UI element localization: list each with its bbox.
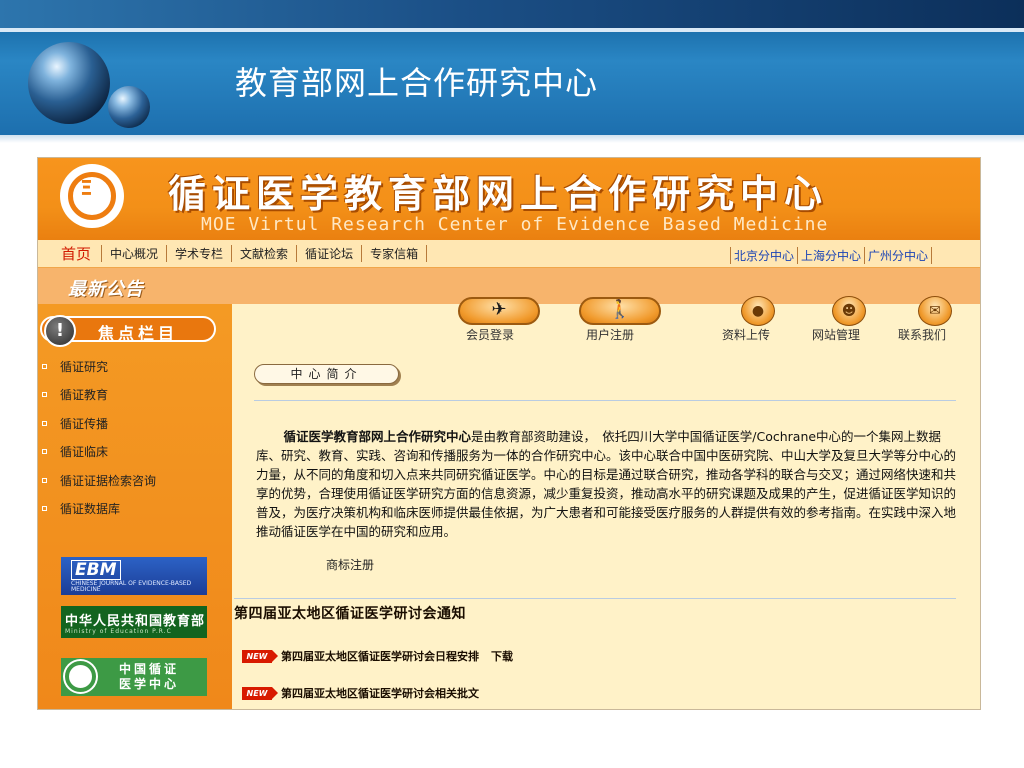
sidebar-item-clinical[interactable]: 循证临床 [42, 442, 108, 460]
ebm-logo-title: EBM [71, 560, 121, 580]
upload-label[interactable]: 资料上传 [722, 326, 770, 343]
new-badge-icon: NEW [242, 649, 278, 663]
intro-bold-name: 循证医学教育部网上合作研究中心 [283, 429, 472, 444]
bullet-icon [42, 391, 47, 397]
branch-guangzhou[interactable]: 广州分中心 [863, 247, 932, 264]
admin-label[interactable]: 网站管理 [812, 326, 860, 343]
news-link[interactable]: 第四届亚太地区循证医学研讨会相关批文 [281, 685, 479, 701]
sidebar-item-label: 循证临床 [60, 444, 109, 459]
divider [234, 598, 956, 599]
globe-large-icon [28, 42, 110, 124]
branch-links: 北京分中心 上海分中心 广州分中心 [729, 247, 932, 264]
bullet-icon [42, 477, 47, 483]
sidebar: ! 焦点栏目 循证研究 循证教育 循证传播 循证临床 循证证据检索咨询 循证数据… [38, 304, 232, 709]
nav-item-mailbox[interactable]: 专家信箱 [361, 245, 428, 262]
ebm-logo-subtitle: CHINESE JOURNAL OF EVIDENCE-BASED MEDICI… [71, 580, 192, 593]
cebm-logo[interactable]: 中国循证医学中心 [61, 658, 207, 696]
slide-header: 教育部网上合作研究中心 [0, 0, 1024, 135]
download-link[interactable]: 下载 [491, 648, 513, 664]
news-item[interactable]: NEW 第四届亚太地区循证医学研讨会日程安排 下载 [242, 648, 513, 664]
upload-icon[interactable]: ● [741, 296, 775, 326]
trademark-link[interactable]: 商标注册 [326, 556, 374, 573]
admin-icon[interactable]: ☻ [832, 296, 866, 326]
focus-column-header: ! 焦点栏目 [40, 315, 216, 347]
news-item[interactable]: NEW 第四届亚太地区循证医学研讨会相关批文 [242, 685, 479, 701]
exclamation-icon: ! [44, 315, 76, 347]
sidebar-item-label: 循证研究 [60, 359, 109, 374]
divider [254, 400, 956, 401]
envelope-icon[interactable]: ✉ [918, 296, 952, 326]
intro-body: 是由教育部资助建设， 依托四川大学中国循证医学/Cochrane中心的一个集网上… [256, 429, 957, 539]
sidebar-item-communication[interactable]: 循证传播 [42, 414, 108, 432]
conference-title: 第四届亚太地区循证医学研讨会通知 [234, 606, 466, 622]
nav-item-overview[interactable]: 中心概况 [101, 245, 166, 262]
new-badge-icon: NEW [242, 686, 278, 700]
nav-item-academic[interactable]: 学术专栏 [166, 245, 231, 262]
nav-home[interactable]: 首页 [61, 243, 91, 264]
website-screenshot: Ξ 循证医学教育部网上合作研究中心 MOE Virtul Research Ce… [37, 157, 981, 710]
focus-column-title: 焦点栏目 [98, 324, 179, 343]
globe-small-icon [108, 86, 150, 128]
nav-bar: 首页 中心概况 学术专栏 文献检索 循证论坛 专家信箱 北京分中心 上海分中心 … [38, 240, 980, 268]
intro-tab[interactable]: 中心简介 [254, 364, 399, 384]
envelope-glyph: ✉ [929, 303, 941, 319]
latest-notice-label[interactable]: 最新公告 [68, 275, 144, 301]
site-title-en: MOE Virtul Research Center of Evidence B… [201, 214, 829, 235]
nav-item-literature[interactable]: 文献检索 [231, 245, 296, 262]
contact-label[interactable]: 联系我们 [898, 326, 946, 343]
site-banner: Ξ 循证医学教育部网上合作研究中心 MOE Virtul Research Ce… [38, 158, 980, 240]
sidebar-item-education[interactable]: 循证教育 [42, 385, 108, 403]
bullet-icon [42, 448, 47, 454]
top-divider [0, 28, 1024, 32]
news-link[interactable]: 第四届亚太地区循证医学研讨会日程安排 [281, 648, 479, 664]
sidebar-item-label: 循证传播 [60, 416, 109, 431]
bullet-icon [42, 505, 47, 511]
moe-logo[interactable]: 中华人民共和国教育部 Ministry of Education P.R.C [61, 606, 207, 638]
sidebar-item-label: 循证教育 [60, 387, 109, 402]
moe-logo-en: Ministry of Education P.R.C [65, 628, 172, 635]
register-label[interactable]: 用户注册 [586, 326, 634, 343]
sidebar-item-label: 循证证据检索咨询 [60, 473, 157, 488]
bullet-icon [42, 420, 47, 426]
upload-glyph: ● [751, 303, 765, 319]
site-title-cn: 循证医学教育部网上合作研究中心 [168, 172, 829, 216]
bullet-icon [42, 363, 47, 369]
admin-glyph: ☻ [841, 303, 857, 319]
walking-person-icon: 🚶 [608, 299, 632, 320]
site-logo-icon[interactable]: Ξ [60, 164, 124, 228]
login-label[interactable]: 会员登录 [466, 326, 514, 343]
logo-mark-icon: Ξ [80, 176, 93, 200]
sidebar-item-research[interactable]: 循证研究 [42, 357, 108, 375]
moe-logo-cn: 中华人民共和国教育部 [65, 614, 206, 629]
airplane-icon: ✈ [491, 299, 507, 320]
sidebar-item-evidence-search[interactable]: 循证证据检索咨询 [42, 471, 156, 489]
nav-item-forum[interactable]: 循证论坛 [296, 245, 361, 262]
login-button[interactable]: ✈ [458, 297, 540, 325]
register-button[interactable]: 🚶 [579, 297, 661, 325]
top-band [0, 0, 1024, 28]
header-divider [0, 135, 1024, 143]
sidebar-item-label: 循证数据库 [60, 501, 121, 516]
ebm-journal-logo[interactable]: EBM CHINESE JOURNAL OF EVIDENCE-BASED ME… [61, 557, 207, 595]
slide-title: 教育部网上合作研究中心 [235, 64, 599, 102]
branch-shanghai[interactable]: 上海分中心 [796, 247, 864, 264]
intro-paragraph: 循证医学教育部网上合作研究中心是由教育部资助建设， 依托四川大学中国循证医学/C… [256, 427, 960, 541]
sidebar-item-database[interactable]: 循证数据库 [42, 499, 120, 517]
cebm-logo-text: 中国循证医学中心 [119, 662, 180, 691]
cebm-ring-icon [65, 661, 96, 692]
branch-beijing[interactable]: 北京分中心 [729, 247, 797, 264]
